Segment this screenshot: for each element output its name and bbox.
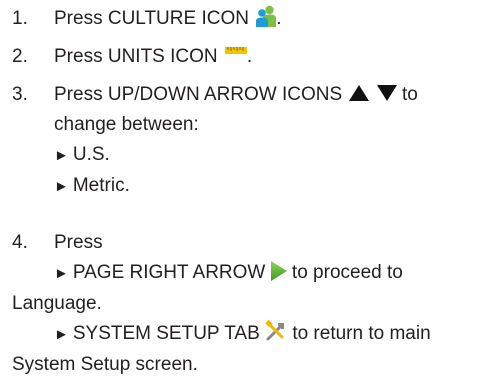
item-continuation: Language. — [12, 293, 102, 314]
step-line-continuation: change between: — [54, 114, 199, 135]
bullet-triangle-icon: ► — [54, 147, 69, 164]
step-line: Press CULTURE ICON . — [54, 4, 490, 34]
page-right-arrow-icon — [270, 260, 287, 281]
step-number: 3. — [12, 84, 28, 105]
item-page-right: ► PAGE RIGHT ARROW to proceed to — [54, 258, 490, 289]
units-ruler-icon — [224, 46, 247, 55]
step-number: 4. — [12, 232, 28, 253]
item-text-after: to return to main — [292, 323, 431, 344]
option-label: Metric. — [72, 175, 130, 196]
item-text-after: to proceed to — [291, 262, 403, 283]
step-line: Press UP/DOWN ARROW ICONS to — [54, 80, 490, 110]
step-1: 1. Press CULTURE ICON . — [12, 4, 490, 42]
step-line: Press — [54, 232, 103, 253]
item-text: PAGE RIGHT ARROW — [72, 262, 266, 283]
bullet-triangle-icon: ► — [54, 178, 69, 195]
down-arrow-icon — [376, 84, 397, 101]
step-text: Press UP/DOWN ARROW ICONS — [54, 84, 343, 105]
item-system-setup: ► SYSTEM SETUP TAB to return to main — [54, 319, 490, 350]
item-text: SYSTEM SETUP TAB — [72, 323, 260, 344]
up-arrow-icon — [349, 84, 370, 101]
bullet-triangle-icon: ► — [54, 265, 69, 282]
instructions-page: 1. Press CULTURE ICON . 2. Press UNITS I… — [0, 0, 494, 383]
step-text: Press UNITS ICON — [54, 46, 218, 67]
step-3: 3. Press UP/DOWN ARROW ICONS to change b… — [12, 80, 490, 228]
step-4: 4. Press ► PAGE RIGHT ARROW to proceed t… — [12, 228, 490, 378]
item-continuation: System Setup screen. — [12, 354, 198, 375]
step-2: 2. Press UNITS ICON . — [12, 42, 490, 80]
step-text-after: . — [246, 46, 253, 67]
steps-list: 1. Press CULTURE ICON . 2. Press UNITS I… — [12, 4, 490, 378]
culture-icon — [256, 5, 277, 27]
option-metric: ► Metric. — [54, 171, 490, 202]
bullet-triangle-icon: ► — [54, 326, 69, 343]
step-text-after: . — [276, 8, 282, 29]
option-us: ► U.S. — [54, 140, 490, 171]
step-text-after: to — [402, 84, 418, 105]
system-setup-tools-icon — [265, 320, 287, 342]
option-label: U.S. — [72, 144, 110, 165]
step-text: Press CULTURE ICON — [54, 8, 249, 29]
step-number: 1. — [12, 8, 28, 29]
step-number: 2. — [12, 46, 28, 67]
step-line: Press UNITS ICON . — [54, 42, 490, 72]
